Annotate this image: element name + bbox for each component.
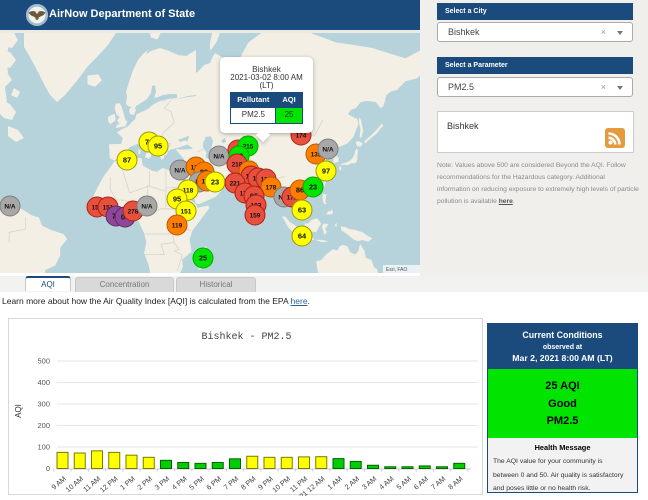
svg-text:200: 200 xyxy=(37,421,50,430)
svg-text:12 PM: 12 PM xyxy=(98,474,120,494)
svg-text:278: 278 xyxy=(128,209,139,216)
svg-text:10 PM: 10 PM xyxy=(270,474,292,494)
svg-text:151: 151 xyxy=(181,209,192,216)
svg-text:119: 119 xyxy=(172,223,183,230)
svg-text:23: 23 xyxy=(309,183,317,192)
svg-text:10 AM: 10 AM xyxy=(64,474,85,494)
svg-text:23: 23 xyxy=(211,178,219,187)
svg-text:N/A: N/A xyxy=(174,168,186,175)
svg-text:N/A: N/A xyxy=(322,147,334,154)
svg-text:95: 95 xyxy=(173,195,181,204)
svg-text:159: 159 xyxy=(250,213,261,220)
svg-text:174: 174 xyxy=(296,133,307,140)
svg-text:7 PM: 7 PM xyxy=(222,474,241,492)
svg-text:2 PM: 2 PM xyxy=(135,474,154,492)
svg-text:95: 95 xyxy=(154,142,162,151)
svg-text:4 AM: 4 AM xyxy=(377,474,395,491)
svg-text:97: 97 xyxy=(322,167,330,176)
svg-text:178: 178 xyxy=(266,185,277,192)
svg-text:25: 25 xyxy=(199,254,207,263)
svg-text:5 PM: 5 PM xyxy=(187,474,206,492)
svg-text:6 PM: 6 PM xyxy=(204,474,223,492)
svg-text:63: 63 xyxy=(298,206,306,215)
svg-text:5 AM: 5 AM xyxy=(394,474,412,491)
svg-text:3 PM: 3 PM xyxy=(153,474,172,492)
svg-text:6 AM: 6 AM xyxy=(412,474,430,491)
svg-text:4 PM: 4 PM xyxy=(170,474,189,492)
svg-text:100: 100 xyxy=(37,443,50,452)
svg-text:0: 0 xyxy=(46,464,50,473)
svg-text:N/A: N/A xyxy=(213,154,225,161)
svg-text:300: 300 xyxy=(37,400,50,409)
svg-text:11 AM: 11 AM xyxy=(81,474,102,494)
svg-text:Esri, FAO: Esri, FAO xyxy=(386,267,408,273)
svg-text:87: 87 xyxy=(123,156,131,165)
svg-text:AQI: AQI xyxy=(14,404,23,418)
svg-text:8 AM: 8 AM xyxy=(446,474,464,491)
svg-text:8 PM: 8 PM xyxy=(239,474,258,492)
svg-text:3 AM: 3 AM xyxy=(360,474,378,491)
svg-text:1 PM: 1 PM xyxy=(118,474,137,492)
svg-text:2 AM: 2 AM xyxy=(343,474,361,491)
svg-text:N/A: N/A xyxy=(4,204,16,211)
svg-text:400: 400 xyxy=(37,378,50,387)
svg-text:N/A: N/A xyxy=(141,204,153,211)
svg-text:1 AM: 1 AM xyxy=(325,474,343,491)
svg-text:7 AM: 7 AM xyxy=(429,474,447,491)
svg-text:64: 64 xyxy=(298,232,307,241)
svg-text:500: 500 xyxy=(37,357,50,366)
